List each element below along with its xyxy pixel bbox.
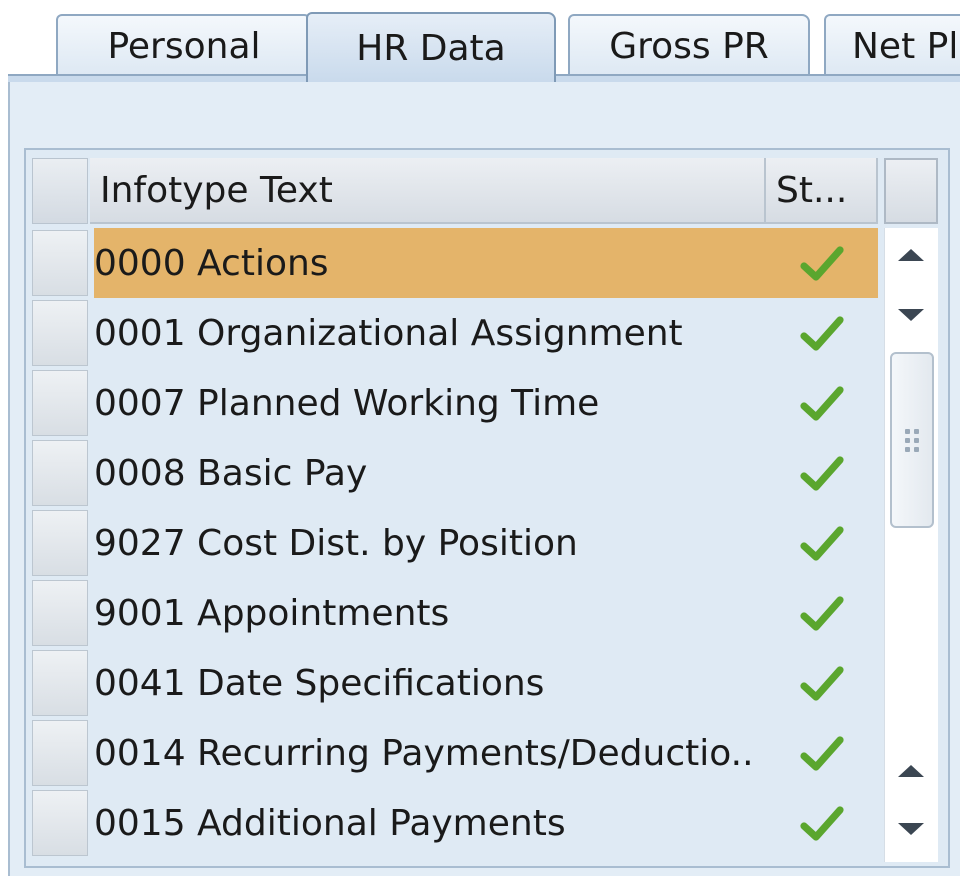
page-up-button[interactable] (884, 746, 938, 796)
table-row[interactable]: 0007 Planned Working Time (32, 368, 878, 438)
tab-hr-data[interactable]: HR Data (306, 12, 556, 82)
scroll-up-button[interactable] (884, 230, 938, 280)
table-row[interactable]: 9001 Appointments (32, 578, 878, 648)
table-row[interactable]: 0015 Additional Payments (32, 788, 878, 858)
tab-gross-pr[interactable]: Gross PR (568, 14, 810, 76)
arrow-up-icon (898, 765, 924, 777)
table-settings-button[interactable] (884, 158, 938, 224)
column-header-infotype-text[interactable]: Infotype Text (90, 158, 766, 224)
row-selector-button[interactable] (32, 230, 88, 296)
table-row[interactable]: 0041 Date Specifications (32, 648, 878, 718)
check-icon (798, 449, 846, 497)
infotype-text-cell[interactable]: 0015 Additional Payments (94, 788, 766, 858)
check-icon (798, 379, 846, 427)
row-selector-button[interactable] (32, 790, 88, 856)
tab-net-pay[interactable]: Net Pl (824, 14, 960, 76)
tab-label: Gross PR (609, 25, 769, 67)
table-row[interactable]: 0008 Basic Pay (32, 438, 878, 508)
arrow-down-icon (898, 309, 924, 321)
status-cell[interactable] (766, 648, 878, 718)
tab-personal[interactable]: Personal (56, 14, 312, 76)
status-cell[interactable] (766, 788, 878, 858)
infotype-text-cell[interactable]: 0014 Recurring Payments/Deductio.. (94, 718, 766, 788)
status-cell[interactable] (766, 718, 878, 788)
row-selector-button[interactable] (32, 510, 88, 576)
status-cell[interactable] (766, 298, 878, 368)
status-cell[interactable] (766, 228, 878, 298)
scroll-down-button[interactable] (884, 290, 938, 340)
check-icon (798, 309, 846, 357)
check-icon (798, 589, 846, 637)
table-row[interactable]: 0000 Actions (32, 228, 878, 298)
row-selector-button[interactable] (32, 720, 88, 786)
infotype-text-cell[interactable]: 0041 Date Specifications (94, 648, 766, 718)
scrollbar-thumb[interactable] (890, 352, 934, 528)
arrow-down-icon (898, 823, 924, 835)
row-selector-button[interactable] (32, 370, 88, 436)
page-down-button[interactable] (884, 804, 938, 854)
tab-label: HR Data (356, 27, 506, 69)
infotype-text-cell[interactable]: 0000 Actions (94, 228, 766, 298)
infotype-text-cell[interactable]: 0008 Basic Pay (94, 438, 766, 508)
row-selector-button[interactable] (32, 650, 88, 716)
infotype-text-cell[interactable]: 0001 Organizational Assignment (94, 298, 766, 368)
row-selector-button[interactable] (32, 580, 88, 646)
check-icon (798, 519, 846, 567)
select-all-button[interactable] (32, 158, 88, 224)
row-selector-button[interactable] (32, 440, 88, 506)
grip-icon (905, 428, 919, 452)
infotype-text-cell[interactable]: 9001 Appointments (94, 578, 766, 648)
table-row[interactable]: 0001 Organizational Assignment (32, 298, 878, 368)
arrow-up-icon (898, 249, 924, 261)
row-selector-button[interactable] (32, 300, 88, 366)
column-header-status[interactable]: St... (766, 158, 878, 224)
tab-strip: Personal HR Data Gross PR Net Pl (0, 0, 960, 82)
infotype-text-cell[interactable]: 0007 Planned Working Time (94, 368, 766, 438)
check-icon (798, 659, 846, 707)
status-cell[interactable] (766, 368, 878, 438)
table-row[interactable]: 0014 Recurring Payments/Deductio.. (32, 718, 878, 788)
table-row[interactable]: 9027 Cost Dist. by Position (32, 508, 878, 578)
check-icon (798, 799, 846, 847)
tab-label: Net Pl (852, 25, 959, 67)
tab-label: Personal (107, 25, 261, 67)
status-cell[interactable] (766, 508, 878, 578)
check-icon (798, 729, 846, 777)
check-icon (798, 239, 846, 287)
status-cell[interactable] (766, 438, 878, 508)
status-cell[interactable] (766, 578, 878, 648)
infotype-text-cell[interactable]: 9027 Cost Dist. by Position (94, 508, 766, 578)
